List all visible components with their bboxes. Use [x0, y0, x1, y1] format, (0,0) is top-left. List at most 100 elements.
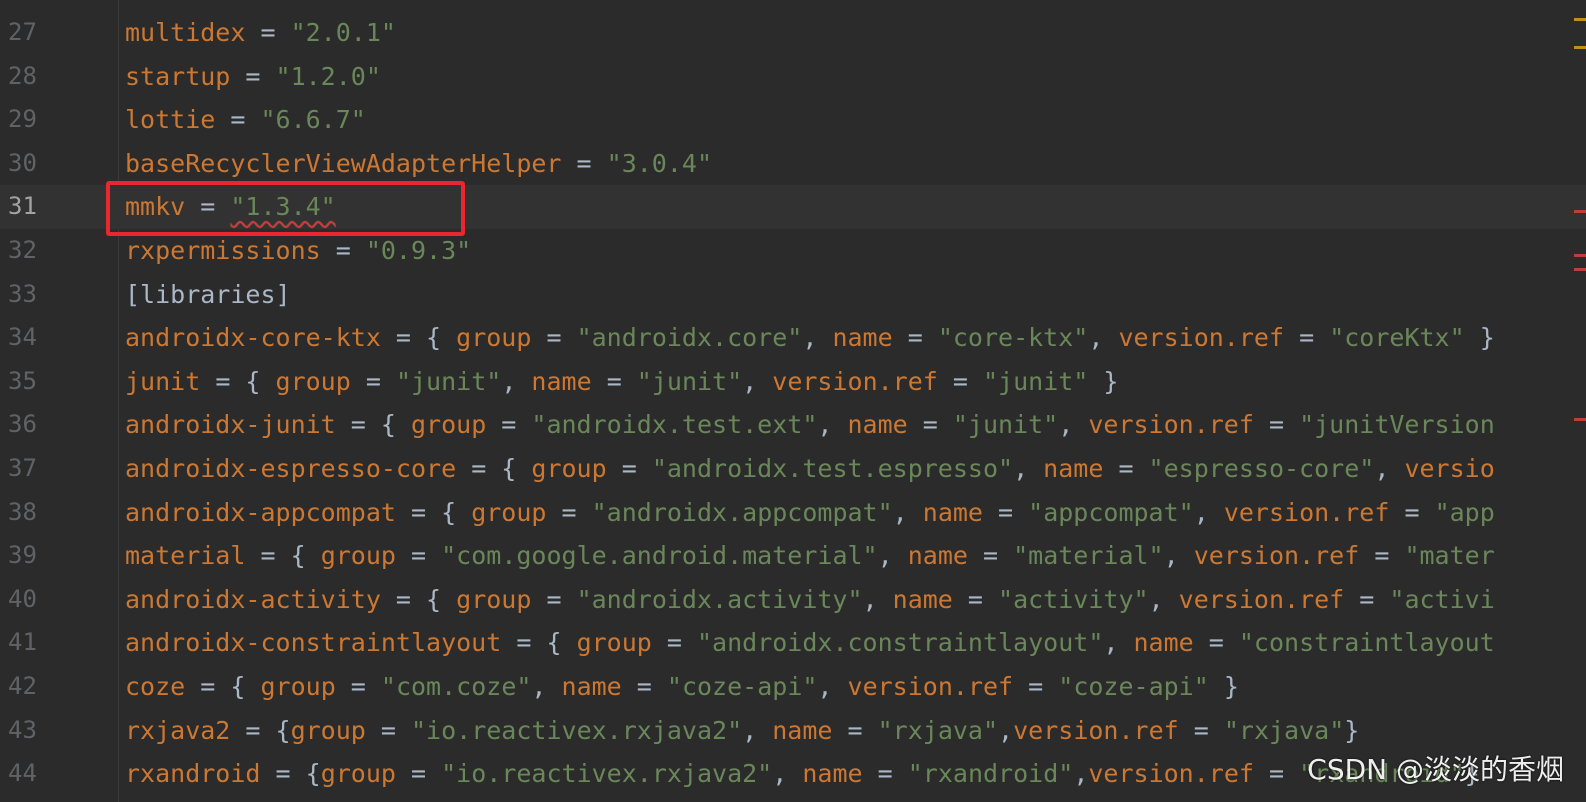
- punct-token: = {: [501, 628, 577, 658]
- string-token: "coze-api": [666, 672, 818, 701]
- code-line[interactable]: 38 androidx-appcompat = { group = "androi…: [0, 491, 1586, 535]
- key-token: name: [1133, 628, 1194, 658]
- punct-token: =: [1103, 454, 1149, 483]
- code-text: androidx-espresso-core = { group = "andr…: [125, 447, 1495, 491]
- warning-marker[interactable]: [1574, 18, 1586, 21]
- string-token: "rxandroid": [907, 759, 1074, 789]
- key-token: rxjava2: [125, 715, 231, 745]
- key-token: startup: [125, 61, 231, 91]
- punct-token: =: [561, 148, 607, 178]
- key-token: androidx-core-ktx: [125, 323, 381, 353]
- punct-token: = {: [380, 323, 457, 353]
- code-text: startup = "1.2.0": [125, 55, 381, 99]
- punct-token: = {: [456, 454, 532, 483]
- code-text: multidex = "2.0.1": [125, 11, 396, 55]
- string-token: "constraintlayout: [1238, 628, 1495, 658]
- line-number: 33: [8, 279, 37, 308]
- code-editor[interactable]: 27 multidex = "2.0.1" 28 startup = "1.2.0" 2…: [0, 0, 1586, 802]
- punct-token: =: [1359, 541, 1405, 571]
- code-line[interactable]: 37 androidx-espresso-core = { group = "an…: [0, 447, 1586, 491]
- punct-token: = {: [335, 410, 411, 440]
- punct-token: ,: [1193, 497, 1224, 527]
- code-line[interactable]: 43 rxjava2 = {group = "io.reactivex.rxjav…: [0, 709, 1586, 753]
- punct-token: =: [215, 105, 261, 135]
- punct-token: ,: [817, 672, 848, 701]
- error-marker[interactable]: [1574, 210, 1586, 213]
- punct-token: =: [365, 715, 411, 745]
- punct-token: ,: [772, 759, 803, 789]
- code-line[interactable]: 30 baseRecyclerViewAdapterHelper = "3.0.4…: [0, 142, 1586, 186]
- string-token: "com.coze": [380, 672, 532, 701]
- punct-token: =: [531, 584, 577, 614]
- punct-token: = {: [245, 541, 321, 571]
- line-number: 31: [8, 192, 37, 221]
- error-marker[interactable]: [1574, 268, 1586, 271]
- key-token: version.ref: [847, 672, 1014, 701]
- punct-token: ,: [1148, 584, 1179, 614]
- string-token: "io.reactivex.rxjava2": [411, 715, 743, 745]
- key-token: version.ref: [1088, 410, 1254, 440]
- key-token: group: [320, 541, 396, 571]
- punct-token: ,: [1163, 541, 1194, 571]
- string-token: "6.6.7": [260, 105, 366, 135]
- punct-token: =: [1344, 584, 1390, 614]
- string-token: "1.2.0": [275, 61, 381, 91]
- punct-token: ,: [531, 672, 562, 701]
- code-line[interactable]: 36 androidx-junit = { group = "androidx.t…: [0, 403, 1586, 447]
- code-line[interactable]: 40 androidx-activity = { group = "android…: [0, 578, 1586, 622]
- punct-token: =: [350, 366, 396, 396]
- line-number: 32: [8, 236, 37, 264]
- line-number: 43: [8, 715, 37, 744]
- error-marker[interactable]: [1574, 418, 1586, 421]
- punct-token: ,: [817, 410, 848, 440]
- punct-token: =: [1253, 759, 1300, 789]
- error-marker[interactable]: [1574, 254, 1586, 257]
- string-token: "androidx.appcompat": [591, 497, 893, 527]
- key-token: name: [1043, 454, 1104, 483]
- punct-token: = {: [380, 584, 457, 614]
- code-text: rxjava2 = {group = "io.reactivex.rxjava2…: [125, 709, 1359, 753]
- code-text: androidx-activity = { group = "androidx.…: [125, 578, 1495, 622]
- code-text: androidx-appcompat = { group = "androidx…: [125, 491, 1495, 535]
- key-token: version.ref: [1193, 541, 1360, 571]
- key-token: androidx-appcompat: [125, 497, 396, 527]
- string-token: "activi: [1389, 584, 1495, 614]
- punct-token: =: [651, 628, 697, 658]
- punct-token: =: [892, 323, 938, 353]
- code-line[interactable]: 39 material = { group = "com.google.andro…: [0, 534, 1586, 578]
- code-line[interactable]: 35 junit = { group = "junit", name = "jun…: [0, 360, 1586, 404]
- code-line[interactable]: 41 androidx-constraintlayout = { group = …: [0, 621, 1586, 665]
- line-number: 27: [8, 18, 37, 46]
- string-token: "activity": [998, 584, 1149, 614]
- code-line[interactable]: 27 multidex = "2.0.1": [0, 11, 1586, 55]
- punct-token: =: [1178, 715, 1224, 745]
- line-number: 39: [8, 541, 37, 570]
- punct-token: = {: [260, 759, 321, 789]
- punct-token: }: [1088, 366, 1119, 396]
- key-token: name: [531, 366, 592, 396]
- punct-token: =: [982, 497, 1029, 527]
- string-token: "rxjava": [877, 715, 999, 745]
- key-token: androidx-activity: [125, 584, 381, 614]
- key-token: versio: [1404, 454, 1495, 483]
- punct-token: ,: [877, 541, 908, 571]
- key-token: name: [561, 672, 622, 701]
- string-token: "junitVersion: [1299, 410, 1495, 440]
- warning-marker[interactable]: [1574, 46, 1586, 49]
- punct-token: =: [546, 497, 592, 527]
- code-line[interactable]: 34 androidx-core-ktx = { group = "android…: [0, 316, 1586, 360]
- code-text: material = { group = "com.google.android…: [125, 534, 1495, 578]
- key-token: group: [275, 366, 351, 396]
- key-token: group: [456, 323, 532, 353]
- code-text: androidx-junit = { group = "androidx.tes…: [125, 403, 1495, 447]
- code-line[interactable]: 28 startup = "1.2.0": [0, 55, 1586, 99]
- string-token: "espresso-core": [1148, 454, 1375, 483]
- punct-token: =: [531, 323, 577, 353]
- string-token: "0.9.3": [365, 236, 472, 265]
- code-line[interactable]: 33 [libraries]: [0, 273, 1586, 317]
- line-number: 30: [8, 148, 37, 177]
- punct-token: =: [832, 715, 878, 745]
- code-line[interactable]: 29 lottie = "6.6.7": [0, 98, 1586, 142]
- code-line[interactable]: 42 coze = { group = "com.coze", name = "c…: [0, 665, 1586, 709]
- line-number: 40: [8, 584, 37, 613]
